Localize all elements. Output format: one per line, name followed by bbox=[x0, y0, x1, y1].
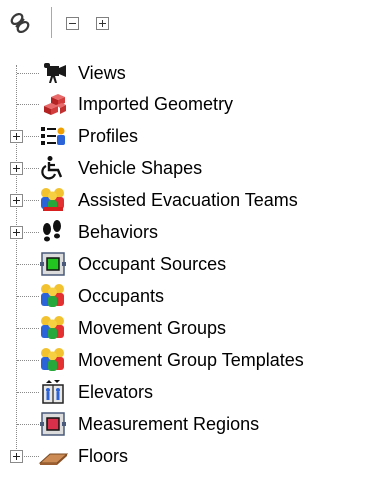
tree-toolbar bbox=[0, 0, 390, 48]
elevator-icon bbox=[38, 379, 68, 405]
tree-item-label: Profiles bbox=[78, 126, 139, 146]
tree-item-movement-group-templates[interactable]: Movement Group Templates bbox=[0, 344, 390, 376]
footprints-icon bbox=[38, 219, 68, 245]
floor-icon bbox=[38, 443, 68, 469]
movement-groups-icon bbox=[38, 315, 68, 341]
tree-item-label: Assisted Evacuation Teams bbox=[78, 190, 298, 210]
expand-toggle[interactable] bbox=[10, 194, 23, 207]
tree-item-occupant-sources[interactable]: Occupant Sources bbox=[0, 248, 390, 280]
navigation-tree: Views Imported Geometry Profiles Vehicle… bbox=[0, 57, 390, 477]
tree-item-label: Vehicle Shapes bbox=[78, 158, 203, 178]
tree-item-label: Elevators bbox=[78, 382, 154, 402]
expand-toggle[interactable] bbox=[10, 226, 23, 239]
tree-item-label: Imported Geometry bbox=[78, 94, 234, 114]
movement-group-templates-icon bbox=[38, 347, 68, 373]
blocks-icon bbox=[38, 91, 68, 117]
occupants-icon bbox=[38, 283, 68, 309]
camera-icon bbox=[38, 60, 68, 86]
toolbar-separator bbox=[51, 7, 52, 38]
tree-item-label: Occupants bbox=[78, 286, 165, 306]
tree-item-views[interactable]: Views bbox=[0, 57, 390, 89]
profile-list-icon bbox=[38, 123, 68, 149]
tree-item-floors[interactable]: Floors bbox=[0, 440, 390, 472]
team-icon bbox=[38, 187, 68, 213]
occupant-source-icon bbox=[38, 251, 68, 277]
tree-item-occupants[interactable]: Occupants bbox=[0, 280, 390, 312]
expand-toggle[interactable] bbox=[10, 162, 23, 175]
tree-item-label: Floors bbox=[78, 446, 129, 466]
link-chain-icon[interactable] bbox=[7, 10, 33, 36]
tree-item-movement-groups[interactable]: Movement Groups bbox=[0, 312, 390, 344]
tree-item-assisted-evacuation-teams[interactable]: Assisted Evacuation Teams bbox=[0, 184, 390, 216]
collapse-all-icon[interactable] bbox=[66, 17, 79, 30]
tree-item-label: Movement Group Templates bbox=[78, 350, 304, 370]
expand-toggle[interactable] bbox=[10, 450, 23, 463]
tree-item-imported-geometry[interactable]: Imported Geometry bbox=[0, 88, 390, 120]
measurement-region-icon bbox=[38, 411, 68, 437]
tree-item-label: Occupant Sources bbox=[78, 254, 227, 274]
tree-item-label: Views bbox=[78, 63, 126, 83]
tree-item-elevators[interactable]: Elevators bbox=[0, 376, 390, 408]
tree-item-label: Movement Groups bbox=[78, 318, 227, 338]
tree-item-vehicle-shapes[interactable]: Vehicle Shapes bbox=[0, 152, 390, 184]
tree-item-profiles[interactable]: Profiles bbox=[0, 120, 390, 152]
tree-item-behaviors[interactable]: Behaviors bbox=[0, 216, 390, 248]
tree-item-label: Behaviors bbox=[78, 222, 159, 242]
expand-all-icon[interactable] bbox=[96, 17, 109, 30]
tree-item-measurement-regions[interactable]: Measurement Regions bbox=[0, 408, 390, 440]
wheelchair-icon bbox=[38, 155, 68, 181]
expand-toggle[interactable] bbox=[10, 130, 23, 143]
tree-item-label: Measurement Regions bbox=[78, 414, 260, 434]
